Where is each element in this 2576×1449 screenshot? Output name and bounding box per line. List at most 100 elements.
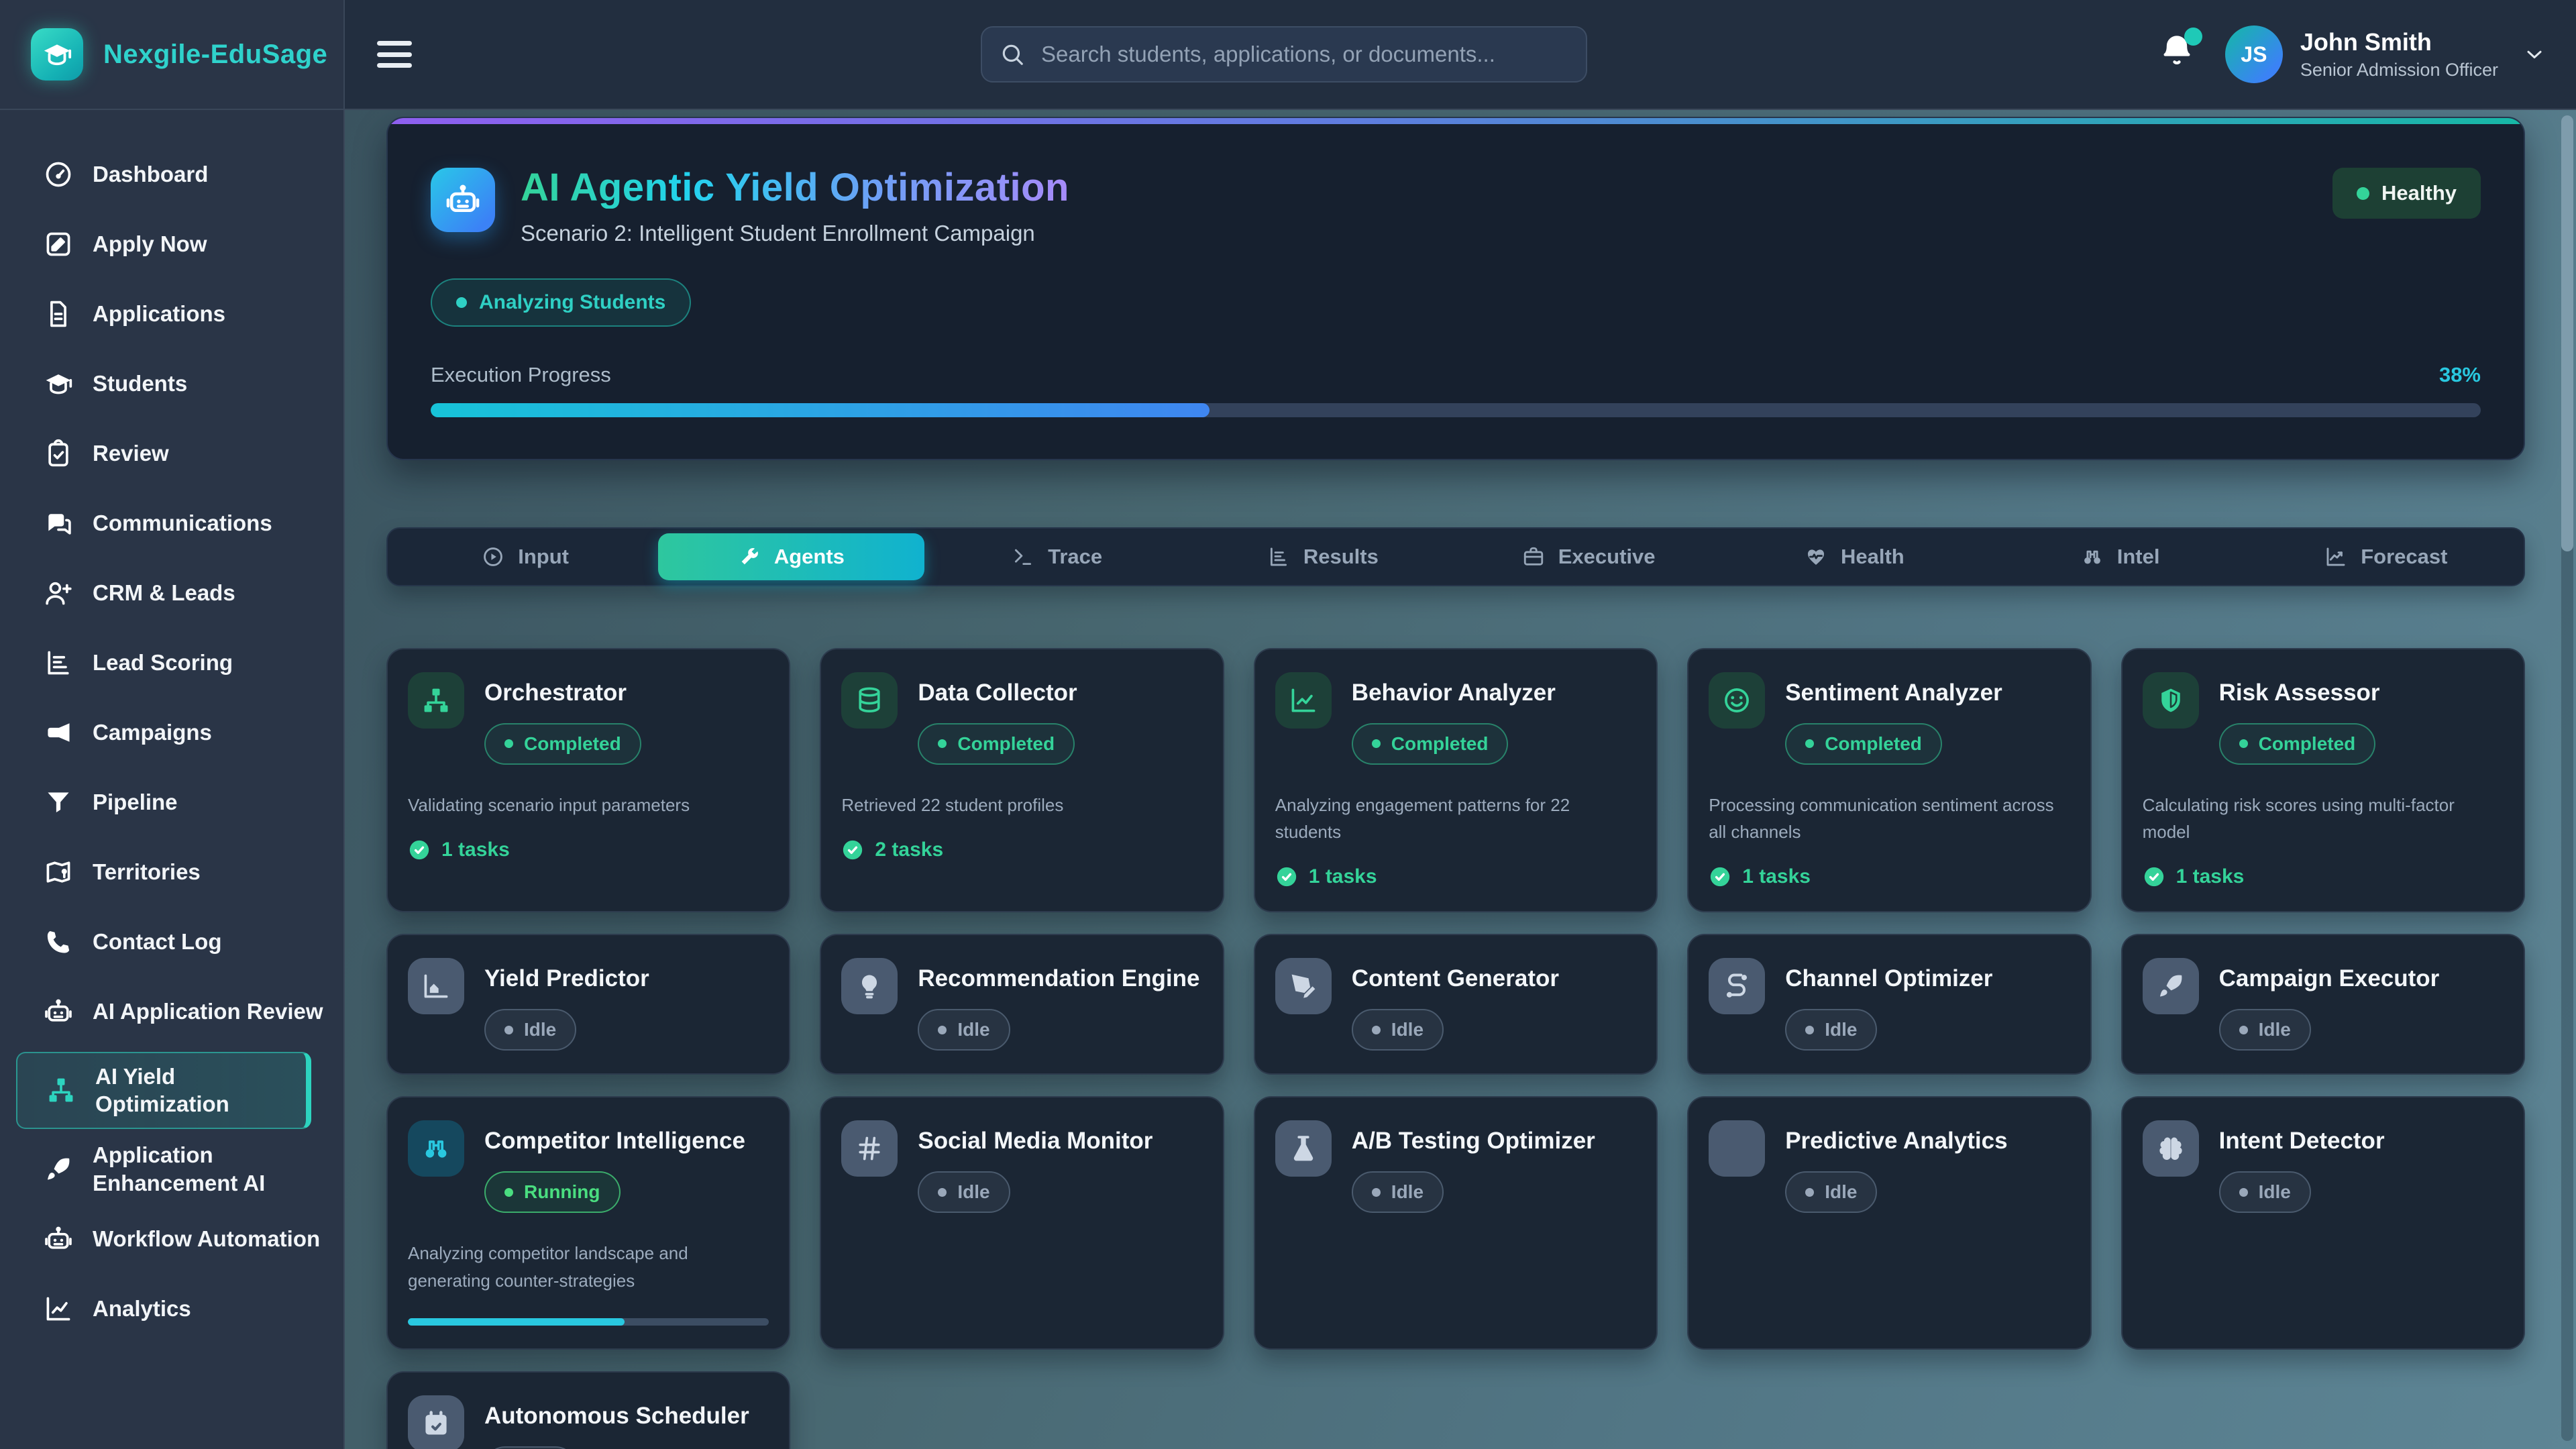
briefcase-icon: [1522, 545, 1545, 568]
sidebar-item-workflow-automation[interactable]: Workflow Automation: [0, 1204, 343, 1274]
progress-percentage: 38%: [2439, 363, 2481, 387]
agent-card-competitor-intelligence[interactable]: Competitor Intelligence Running Analyzin…: [386, 1096, 790, 1350]
view-tabs: Input Agents Trace Results Executive Hea…: [386, 527, 2525, 586]
agent-card-channel-optimizer[interactable]: Channel Optimizer Idle: [1687, 934, 2091, 1075]
chart-area-icon: [408, 958, 464, 1014]
route-icon: [1709, 958, 1765, 1014]
agent-card-sentiment-analyzer[interactable]: Sentiment Analyzer Completed Processing …: [1687, 648, 2091, 913]
agent-card-risk-assessor[interactable]: Risk Assessor Completed Calculating risk…: [2121, 648, 2525, 913]
bar-chart-icon: [43, 648, 74, 678]
clipboard-check-icon: [43, 439, 74, 468]
agent-description: Validating scenario input parameters: [408, 792, 769, 818]
agent-card-orchestrator[interactable]: Orchestrator Completed Validating scenar…: [386, 648, 790, 913]
sidebar-item-lead-scoring[interactable]: Lead Scoring: [0, 628, 343, 698]
notification-badge: [2184, 28, 2202, 46]
tab-health[interactable]: Health: [1721, 533, 1987, 580]
sidebar-item-dashboard[interactable]: Dashboard: [0, 140, 343, 209]
agent-status-badge: Idle: [484, 1009, 576, 1051]
agent-description: Analyzing engagement patterns for 22 stu…: [1275, 792, 1636, 846]
agent-card-predictive-analytics[interactable]: Predictive Analytics Idle: [1687, 1096, 2091, 1350]
sidebar-item-analytics[interactable]: Analytics: [0, 1274, 343, 1344]
rocket-icon: [2143, 958, 2199, 1014]
agent-card-behavior-analyzer[interactable]: Behavior Analyzer Completed Analyzing en…: [1254, 648, 1658, 913]
check-circle-icon: [408, 839, 431, 861]
agent-name: Orchestrator: [484, 679, 769, 707]
avatar: JS: [2225, 25, 2283, 83]
sitemap-icon: [408, 672, 464, 729]
agent-description: Calculating risk scores using multi-fact…: [2143, 792, 2504, 846]
sidebar-item-territories[interactable]: Territories: [0, 837, 343, 907]
agent-card-a-b-testing-optimizer[interactable]: A/B Testing Optimizer Idle: [1254, 1096, 1658, 1350]
agent-card-social-media-monitor[interactable]: Social Media Monitor Idle: [820, 1096, 1224, 1350]
status-dot: [456, 297, 467, 308]
check-circle-icon: [841, 839, 864, 861]
agent-card-data-collector[interactable]: Data Collector Completed Retrieved 22 st…: [820, 648, 1224, 913]
check-circle-icon: [2143, 865, 2165, 888]
execution-progress-fill: [431, 403, 1210, 417]
agent-card-yield-predictor[interactable]: Yield Predictor Idle: [386, 934, 790, 1075]
scrollbar[interactable]: [2561, 115, 2573, 1441]
tab-agents[interactable]: Agents: [658, 533, 924, 580]
tab-intel[interactable]: Intel: [1988, 533, 2253, 580]
agent-status-badge: Completed: [2219, 723, 2376, 765]
megaphone-icon: [43, 718, 74, 747]
sidebar-item-students[interactable]: Students: [0, 349, 343, 419]
search-input[interactable]: [1040, 41, 1568, 68]
phone-icon: [43, 927, 74, 957]
heart-pulse-icon: [1805, 545, 1827, 568]
map-pin-icon: [43, 857, 74, 887]
agent-card-content-generator[interactable]: Content Generator Idle: [1254, 934, 1658, 1075]
tab-trace[interactable]: Trace: [924, 533, 1190, 580]
sidebar-item-ai-application-review[interactable]: AI Application Review: [0, 977, 343, 1046]
sidebar-item-communications[interactable]: Communications: [0, 488, 343, 558]
agent-name: Predictive Analytics: [1785, 1127, 2070, 1155]
pen-tool-icon: [1275, 958, 1332, 1014]
page-subtitle: Scenario 2: Intelligent Student Enrollme…: [521, 221, 1069, 246]
agent-status-badge: Running: [484, 1171, 621, 1213]
sidebar-item-contact-log[interactable]: Contact Log: [0, 907, 343, 977]
calendar-check-icon: [408, 1395, 464, 1449]
menu-icon[interactable]: [374, 38, 415, 70]
tab-results[interactable]: Results: [1190, 533, 1456, 580]
tab-input[interactable]: Input: [392, 533, 658, 580]
agent-description: Analyzing competitor landscape and gener…: [408, 1240, 769, 1294]
play-circle-icon: [482, 545, 504, 568]
agent-status-badge: Idle: [484, 1446, 576, 1449]
agent-card-intent-detector[interactable]: Intent Detector Idle: [2121, 1096, 2525, 1350]
binoculars-icon: [2081, 545, 2104, 568]
agent-tasks: 2 tasks: [841, 839, 1202, 861]
sidebar-item-ai-yield-optimization[interactable]: AI Yield Optimization: [16, 1052, 311, 1129]
agent-name: Channel Optimizer: [1785, 965, 2070, 993]
sidebar-item-pipeline[interactable]: Pipeline: [0, 767, 343, 837]
scrollbar-thumb[interactable]: [2561, 115, 2573, 551]
agent-status-badge: Completed: [1785, 723, 1942, 765]
agent-name: Campaign Executor: [2219, 965, 2504, 993]
sidebar-item-apply-now[interactable]: Apply Now: [0, 209, 343, 279]
lightbulb-icon: [841, 958, 898, 1014]
agent-status-badge: Idle: [1785, 1171, 1877, 1213]
sidebar-item-application-enhancement-ai[interactable]: Application Enhancement AI: [0, 1134, 343, 1204]
execution-progress-bar: [431, 403, 2481, 417]
sidebar-item-crm-leads[interactable]: CRM & Leads: [0, 558, 343, 628]
agent-status-badge: Idle: [1352, 1171, 1444, 1213]
agent-status-badge: Idle: [918, 1009, 1010, 1051]
agent-status-badge: Completed: [918, 723, 1075, 765]
agent-name: A/B Testing Optimizer: [1352, 1127, 1636, 1155]
tab-executive[interactable]: Executive: [1456, 533, 1721, 580]
agent-name: Sentiment Analyzer: [1785, 679, 2070, 707]
agent-card-recommendation-engine[interactable]: Recommendation Engine Idle: [820, 934, 1224, 1075]
agent-progress-bar: [408, 1318, 769, 1326]
agent-card-campaign-executor[interactable]: Campaign Executor Idle: [2121, 934, 2525, 1075]
database-icon: [841, 672, 898, 729]
sidebar-item-applications[interactable]: Applications: [0, 279, 343, 349]
graduation-cap-icon: [31, 28, 83, 80]
sidebar-item-campaigns[interactable]: Campaigns: [0, 698, 343, 767]
user-menu[interactable]: JS John Smith Senior Admission Officer: [2225, 25, 2546, 83]
notifications-button[interactable]: [2155, 29, 2198, 80]
check-circle-icon: [1275, 865, 1298, 888]
agent-card-autonomous-scheduler[interactable]: Autonomous Scheduler Idle: [386, 1371, 790, 1449]
none-icon: [1709, 1120, 1765, 1177]
sidebar-item-review[interactable]: Review: [0, 419, 343, 488]
user-name: John Smith: [2300, 28, 2498, 56]
tab-forecast[interactable]: Forecast: [2253, 533, 2519, 580]
